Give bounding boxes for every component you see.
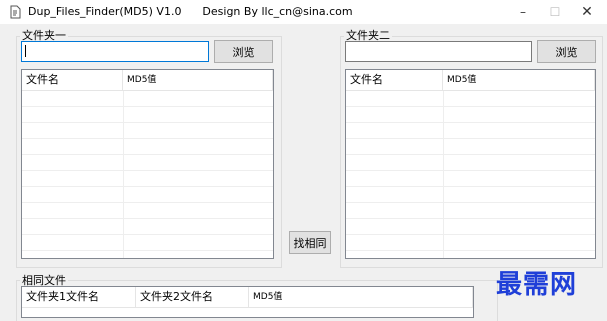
minimize-icon: – [520,5,526,19]
minimize-button[interactable]: – [510,3,536,21]
folder1-list-header: 文件名 MD5值 [22,70,273,91]
column-divider [595,91,596,258]
folder1-browse-button[interactable]: 浏览 [214,40,273,63]
column-divider [123,91,124,258]
folder2-list-rows [346,91,595,258]
column-header-filename[interactable]: 文件名 [22,70,123,90]
find-same-button[interactable]: 找相同 [289,231,331,254]
column-header-folder2-filename[interactable]: 文件夹2文件名 [136,287,249,307]
folder2-browse-button[interactable]: 浏览 [537,40,596,63]
folder1-file-list[interactable]: 文件名 MD5值 [21,69,274,259]
watermark-logo: 最需网 [496,270,578,300]
folder2-file-list[interactable]: 文件名 MD5值 [345,69,596,259]
folder1-list-rows [22,91,273,258]
folder2-list-header: 文件名 MD5值 [346,70,595,91]
column-header-md5[interactable]: MD5值 [123,70,273,90]
window-title: Dup_Files_Finder(MD5) V1.0 Design By llc… [28,5,353,18]
results-file-list[interactable]: 文件夹1文件名 文件夹2文件名 MD5值 [21,286,474,318]
close-icon: ✕ [581,4,593,20]
text-caret [25,45,26,57]
column-header-md5[interactable]: MD5值 [443,70,595,90]
app-icon [10,5,21,19]
folder2-path-input[interactable] [345,41,532,62]
folder1-path-input[interactable] [21,41,209,62]
column-divider [443,91,444,258]
close-button[interactable]: ✕ [574,3,600,21]
maximize-button[interactable]: ☐ [542,3,568,21]
column-header-filename[interactable]: 文件名 [346,70,443,90]
maximize-icon: ☐ [549,5,561,19]
column-header-folder1-filename[interactable]: 文件夹1文件名 [22,287,136,307]
title-bar: Dup_Files_Finder(MD5) V1.0 Design By llc… [0,0,607,24]
results-list-header: 文件夹1文件名 文件夹2文件名 MD5值 [22,287,473,308]
column-divider [273,91,274,258]
column-header-md5[interactable]: MD5值 [249,287,473,307]
